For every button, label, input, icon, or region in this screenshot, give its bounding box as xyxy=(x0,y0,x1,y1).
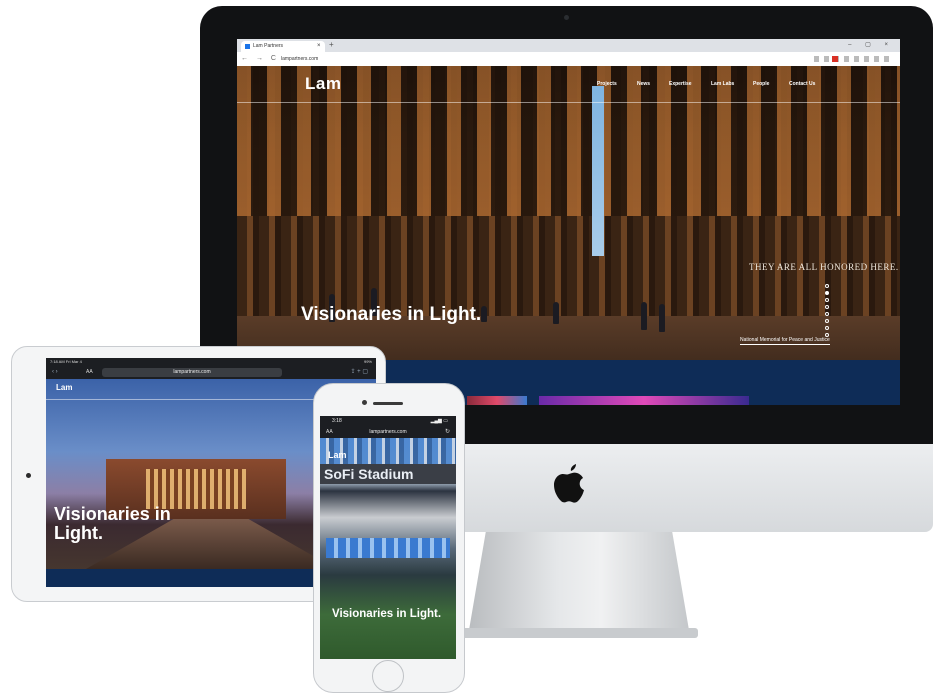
carousel-pagination xyxy=(825,284,831,340)
ipad-status-bar: 7:18 AM Fri Mar 4 99% xyxy=(46,358,376,366)
hero-figure xyxy=(481,306,487,322)
url-input[interactable]: lampartners.com xyxy=(281,55,318,63)
extension-red-icon[interactable] xyxy=(832,56,838,62)
text-size-button[interactable]: AA xyxy=(86,366,93,379)
hero-headline: Visionaries in Light. xyxy=(301,304,482,325)
browser-tab[interactable]: Lam Partners × xyxy=(241,41,325,52)
carousel-dot[interactable] xyxy=(825,312,829,316)
iphone-speaker xyxy=(373,402,403,405)
imac-camera xyxy=(564,15,569,20)
carousel-dot[interactable] xyxy=(825,326,829,330)
browser-address-bar: ← → C lampartners.com xyxy=(237,52,900,67)
hero-figure xyxy=(659,304,665,332)
iphone-status-bar: 3:18 ▂▄▆ ▭ xyxy=(320,416,456,426)
browser-tab-strip: Lam Partners × + – ▢ × xyxy=(237,39,900,52)
share-icon[interactable]: ⇪ + ▢ xyxy=(350,366,368,379)
ipad-home-button xyxy=(26,473,31,478)
stadium-windows-image xyxy=(146,469,246,509)
imac-stand xyxy=(468,532,690,636)
iphone-safari-bar: AA lampartners.com ↻ xyxy=(320,426,456,438)
carousel-dot[interactable] xyxy=(825,319,829,323)
phone-website: SoFi Stadium Lam Visionaries in Light. xyxy=(320,438,456,659)
project-thumbnail[interactable] xyxy=(539,396,749,405)
nav-item-people[interactable]: People xyxy=(753,81,769,87)
window-controls[interactable]: – ▢ × xyxy=(848,39,894,51)
signal-battery-icon: ▂▄▆ ▭ xyxy=(430,418,448,424)
tab-close-icon[interactable]: × xyxy=(317,41,321,52)
memorial-wall-text: THEY ARE ALL HONORED HERE. xyxy=(749,262,899,272)
nav-item-news[interactable]: News xyxy=(637,81,650,87)
site-logo[interactable]: Lam xyxy=(328,450,347,460)
hero-figure xyxy=(641,302,647,330)
stadium-sign: SoFi Stadium xyxy=(320,464,456,484)
back-chevron-icon[interactable]: ‹ › xyxy=(52,366,58,379)
stadium-scoreboard-image xyxy=(326,538,450,558)
favicon-icon xyxy=(245,44,250,49)
site-logo[interactable]: Lam xyxy=(305,74,341,94)
hero-skylight-image xyxy=(592,86,604,256)
nav-item-contact-us[interactable]: Contact Us xyxy=(789,81,815,87)
apple-logo-icon xyxy=(554,464,584,503)
ipad-battery: 99% xyxy=(363,359,372,364)
browser-nav-buttons[interactable]: ← → C xyxy=(241,52,279,66)
carousel-dot[interactable] xyxy=(825,298,829,302)
hero-headline: Visionaries in Light. xyxy=(332,608,442,620)
project-thumbnail[interactable] xyxy=(467,396,527,405)
nav-item-expertise[interactable]: Expertise xyxy=(669,81,692,87)
ipad-url-field[interactable]: lampartners.com xyxy=(102,368,282,377)
imac-foot xyxy=(458,628,698,638)
carousel-dot[interactable] xyxy=(825,291,829,295)
nav-item-projects[interactable]: Projects xyxy=(597,81,617,87)
new-tab-button[interactable]: + xyxy=(329,39,334,51)
ipad-status-time: 7:18 AM Fri Mar 4 xyxy=(50,359,82,364)
iphone-url-field[interactable]: lampartners.com xyxy=(342,428,434,436)
iphone-screen: 3:18 ▂▄▆ ▭ AA lampartners.com ↻ SoFi Sta… xyxy=(320,416,456,659)
reload-icon[interactable]: ↻ xyxy=(445,426,450,438)
browser-tab-title: Lam Partners xyxy=(253,43,284,49)
nav-item-lam-labs[interactable]: Lam Labs xyxy=(711,81,734,87)
hero-caption-link[interactable]: National Memorial for Peace and Justice xyxy=(740,337,830,345)
carousel-dot[interactable] xyxy=(825,284,829,288)
ipad-safari-toolbar: ‹ › AA lampartners.com ⇪ + ▢ xyxy=(46,366,376,379)
site-logo[interactable]: Lam xyxy=(56,383,72,392)
text-size-button[interactable]: AA xyxy=(326,426,333,438)
iphone-home-button xyxy=(372,660,404,692)
hero-figure xyxy=(553,302,559,324)
header-divider xyxy=(237,102,900,103)
iphone-camera xyxy=(362,400,367,405)
hero-headline: Visionaries in Light. xyxy=(54,504,171,543)
extension-icons[interactable] xyxy=(814,56,894,62)
carousel-dot[interactable] xyxy=(825,305,829,309)
iphone-status-time: 3:18 xyxy=(332,418,342,424)
